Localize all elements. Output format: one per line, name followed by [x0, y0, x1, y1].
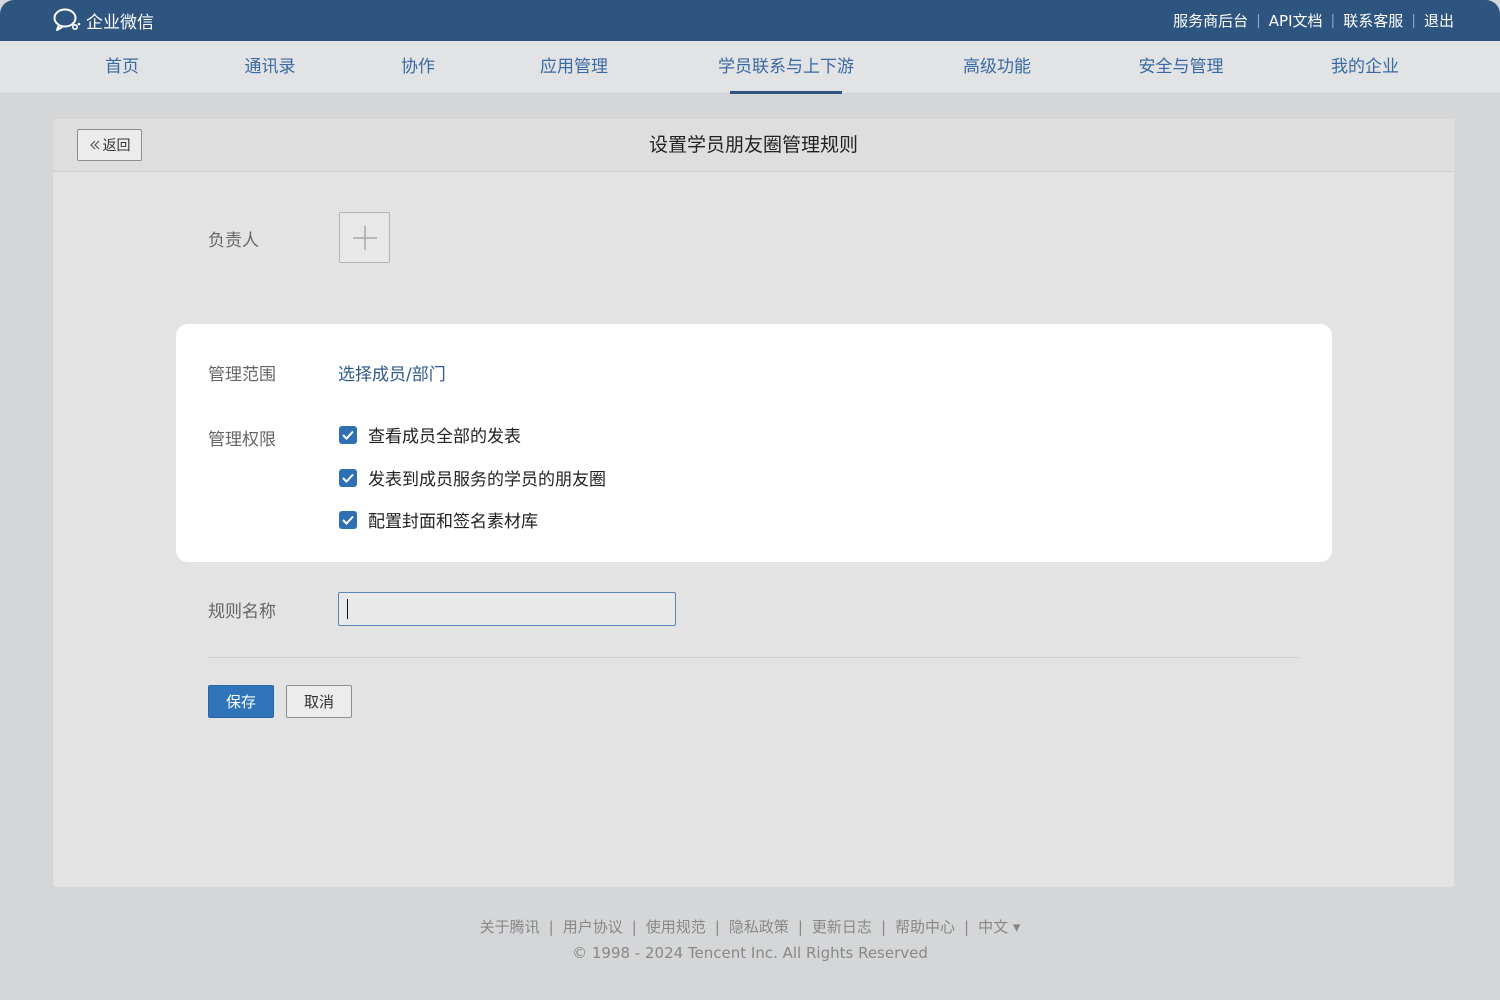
footer-link-help-center[interactable]: 帮助中心 [895, 918, 955, 936]
permission-configure-library-checkbox[interactable] [339, 510, 357, 529]
back-button-label: 返回 [102, 138, 131, 154]
footer-separator: | [548, 918, 554, 936]
footer-separator: | [964, 918, 970, 936]
add-owner-button[interactable] [339, 212, 390, 263]
top-links: 服务商后台 | API文档 | 联系客服 | 退出 [1173, 0, 1454, 41]
permission-view-posts[interactable]: 查看成员全部的发表 [339, 422, 521, 447]
footer-link-usage-rules[interactable]: 使用规范 [646, 918, 706, 936]
permission-view-posts-label: 查看成员全部的发表 [368, 427, 521, 447]
footer-link-changelog[interactable]: 更新日志 [812, 918, 872, 936]
management-card: 管理范围 选择成员/部门 管理权限 查看成员全部的发表 发表到成员服务的学员的朋… [176, 324, 1332, 562]
permission-publish-moments-label: 发表到成员服务的学员的朋友圈 [368, 470, 606, 490]
text-caret [347, 599, 348, 619]
nav-item-student-contacts[interactable]: 学员联系与上下游 [718, 41, 854, 94]
nav-item-collaboration[interactable]: 协作 [401, 41, 435, 94]
toplink-logout[interactable]: 退出 [1424, 10, 1454, 31]
scope-label: 管理范围 [208, 365, 276, 385]
page-title: 设置学员朋友圈管理规则 [648, 134, 858, 156]
nav-item-my-enterprise[interactable]: 我的企业 [1331, 41, 1399, 94]
toplink-service-provider[interactable]: 服务商后台 [1173, 10, 1248, 31]
plus-icon [352, 225, 377, 250]
copyright: © 1998 - 2024 Tencent Inc. All Rights Re… [572, 944, 928, 962]
checkmark-icon [342, 473, 354, 483]
nav-item-contacts[interactable]: 通讯录 [245, 41, 296, 94]
permission-configure-library-label: 配置封面和签名素材库 [368, 512, 538, 532]
select-members-link[interactable]: 选择成员/部门 [338, 360, 446, 385]
nav-item-advanced[interactable]: 高级功能 [963, 41, 1031, 94]
language-selector[interactable]: 中文 ▾ [978, 918, 1020, 936]
save-button[interactable]: 保存 [208, 685, 274, 718]
cancel-button[interactable]: 取消 [286, 685, 352, 718]
back-button[interactable]: 返回 [77, 129, 142, 161]
double-chevron-left-icon [89, 140, 99, 150]
footer-link-about[interactable]: 关于腾讯 [480, 918, 540, 936]
panel-header: 设置学员朋友圈管理规则 返回 [53, 119, 1454, 172]
toplink-contact-support[interactable]: 联系客服 [1343, 10, 1403, 31]
brand-name: 企业微信 [86, 12, 154, 33]
rule-name-label: 规则名称 [208, 602, 276, 622]
permission-publish-moments[interactable]: 发表到成员服务的学员的朋友圈 [339, 465, 606, 490]
permission-publish-moments-checkbox[interactable] [339, 468, 357, 487]
footer-separator: | [631, 918, 637, 936]
brand-logo[interactable]: 企业微信 [52, 7, 154, 33]
owner-label: 负责人 [208, 231, 259, 251]
rule-settings-panel: 设置学员朋友圈管理规则 返回 负责人 管理范围 选择成员/部门 管理权限 查看成… [53, 119, 1454, 887]
footer-separator: | [880, 918, 886, 936]
toplink-api-docs[interactable]: API文档 [1269, 10, 1323, 31]
nav-item-home[interactable]: 首页 [105, 41, 139, 94]
permission-label: 管理权限 [208, 430, 276, 450]
footer-links: 关于腾讯 | 用户协议 | 使用规范 | 隐私政策 | 更新日志 | 帮助中心 | 中文 ▾ [0, 916, 1500, 937]
footer-link-user-agreement[interactable]: 用户协议 [563, 918, 623, 936]
footer-link-privacy[interactable]: 隐私政策 [729, 918, 789, 936]
top-bar: 企业微信 服务商后台 | API文档 | 联系客服 | 退出 [0, 0, 1500, 41]
toplink-separator: | [1411, 12, 1416, 29]
footer-separator: | [797, 918, 803, 936]
permission-view-posts-checkbox[interactable] [339, 425, 357, 444]
wecom-logo-icon [53, 8, 81, 31]
nav-item-security[interactable]: 安全与管理 [1139, 41, 1224, 94]
toplink-separator: | [1330, 12, 1336, 29]
rule-name-input[interactable] [338, 592, 676, 626]
toplink-separator: | [1256, 12, 1261, 29]
nav-item-app-management[interactable]: 应用管理 [540, 41, 608, 94]
checkmark-icon [342, 430, 354, 440]
checkmark-icon [342, 515, 354, 525]
form-divider [208, 657, 1299, 658]
footer-separator: | [714, 918, 720, 936]
main-nav: 首页 通讯录 协作 应用管理 学员联系与上下游 高级功能 安全与管理 我的企业 [0, 41, 1500, 94]
permission-configure-library[interactable]: 配置封面和签名素材库 [339, 507, 538, 532]
